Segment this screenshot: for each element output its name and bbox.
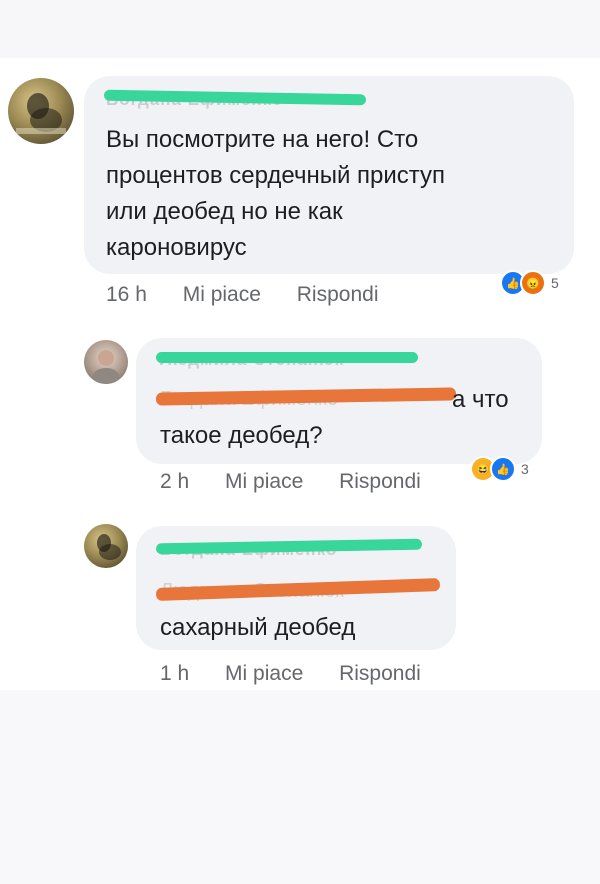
comment-text: сахарный деобед	[160, 614, 356, 641]
icon-portrait-icon	[97, 534, 121, 560]
comment-time: 2 h	[160, 470, 190, 493]
comment-time: 1 h	[160, 662, 190, 685]
portrait-icon	[93, 350, 119, 384]
reactions-summary[interactable]: 😆 👍 3	[470, 456, 529, 482]
like-icon: 👍	[490, 456, 516, 482]
like-button[interactable]: Mi piace	[183, 283, 261, 306]
angry-icon: 😠	[520, 270, 546, 296]
author-scribble	[156, 352, 418, 363]
icon-portrait-icon	[16, 93, 66, 134]
avatar[interactable]	[84, 340, 128, 384]
comment-text: Вы посмотрите на него! Сто процентов сер…	[106, 126, 446, 261]
bottom-area	[0, 690, 600, 884]
reaction-count: 3	[521, 461, 529, 477]
reply-button[interactable]: Rispondi	[339, 662, 421, 685]
avatar[interactable]	[84, 524, 128, 568]
comment-actions: 16 h Mi piace Rispondi	[106, 283, 408, 307]
comment-time: 16 h	[106, 283, 147, 306]
comment-text: а что такое деобед?	[160, 386, 509, 449]
reply-button[interactable]: Rispondi	[297, 283, 379, 306]
top-bar	[0, 0, 600, 58]
reactions-summary[interactable]: 👍 😠 5	[500, 270, 559, 296]
comment-actions: 2 h Mi piace Rispondi	[160, 470, 451, 494]
like-button[interactable]: Mi piace	[225, 470, 303, 493]
avatar[interactable]	[8, 78, 74, 144]
reaction-count: 5	[551, 275, 559, 291]
reply-button[interactable]: Rispondi	[339, 470, 421, 493]
comment-actions: 1 h Mi piace Rispondi	[160, 662, 451, 686]
like-button[interactable]: Mi piace	[225, 662, 303, 685]
